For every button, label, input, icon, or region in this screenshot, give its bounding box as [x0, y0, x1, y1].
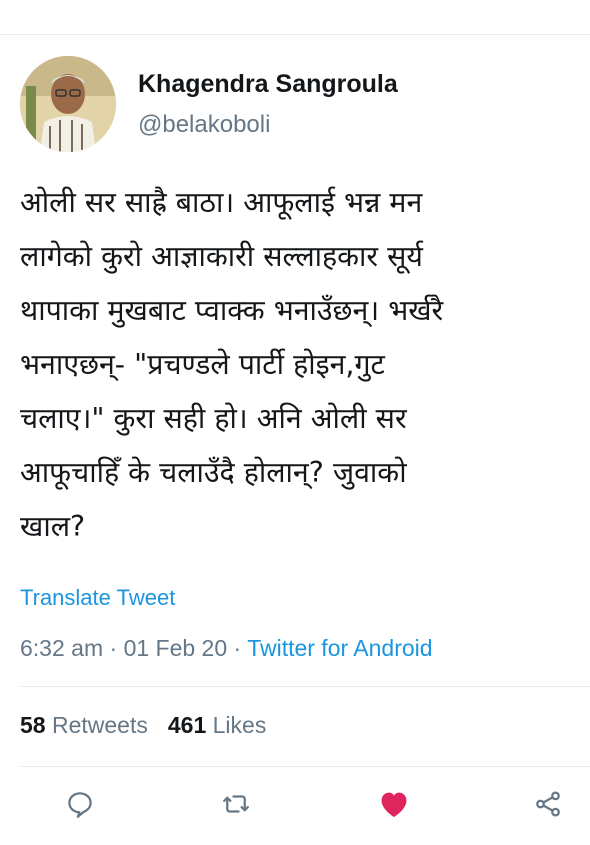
meta-separator: · [103, 635, 124, 661]
retweets-label: Retweets [51, 712, 148, 738]
meta-separator: · [227, 635, 248, 661]
tweet-text: ओली सर साह्रै बाठा। आफूलाई भन्न मन लागेक… [20, 176, 580, 554]
tweet-actions-bar [0, 782, 590, 832]
avatar[interactable] [20, 56, 116, 152]
tweet-timestamp-row: 6:32 am · 01 Feb 20 · Twitter for Androi… [20, 635, 433, 662]
tweet-text-line: खाल? [20, 510, 86, 543]
tweet-text-line: आफूचाहिँ के चलाउँदै होलान्? जुवाको [20, 456, 407, 489]
share-button[interactable] [526, 782, 570, 826]
likes-count: 461 [167, 712, 207, 738]
retweet-button[interactable] [214, 782, 258, 826]
tweet-text-line: भनाएछन्- "प्रचण्डले पार्टी होइन,गुट [20, 348, 385, 381]
heart-icon [381, 792, 407, 818]
tweet-text-line: थापाका मुखबाट प्वाक्क भनाउँछन्। भर्खरै [20, 294, 444, 327]
top-divider [0, 34, 590, 35]
divider [20, 766, 590, 767]
tweet-stats: 58 Retweets 461 Likes [20, 712, 266, 739]
tweet-text-line: चलाए।" कुरा सही हो। अनि ओली सर [20, 402, 407, 435]
likes-stat[interactable]: 461 Likes [168, 712, 266, 738]
like-button[interactable] [372, 782, 416, 826]
tweet-header: Khagendra Sangroula @belakoboli [20, 56, 580, 156]
retweets-stat[interactable]: 58 Retweets [20, 712, 148, 738]
tweet-text-line: ओली सर साह्रै बाठा। आफूलाई भन्न मन [20, 186, 423, 219]
likes-label: Likes [212, 712, 267, 738]
tweet-source-link[interactable]: Twitter for Android [247, 635, 432, 661]
avatar-photo [20, 56, 116, 152]
previous-tweet-fragment: ▀▀▀▀ [150, 0, 260, 6]
share-icon [536, 791, 560, 817]
reply-button[interactable] [58, 782, 102, 826]
translate-tweet-link[interactable]: Translate Tweet [20, 585, 175, 611]
divider [20, 686, 590, 687]
retweet-arrows-icon [223, 795, 249, 813]
author-handle[interactable]: @belakoboli [138, 111, 270, 139]
tweet-time: 6:32 am [20, 635, 104, 661]
tweet-date: 01 Feb 20 [123, 635, 228, 661]
retweets-count: 58 [20, 712, 46, 738]
author-name[interactable]: Khagendra Sangroula [138, 70, 398, 99]
tweet-text-line: लागेको कुरो आज्ञाकारी सल्लाहकार सूर्य [20, 240, 423, 273]
reply-bubble-icon [68, 792, 92, 818]
